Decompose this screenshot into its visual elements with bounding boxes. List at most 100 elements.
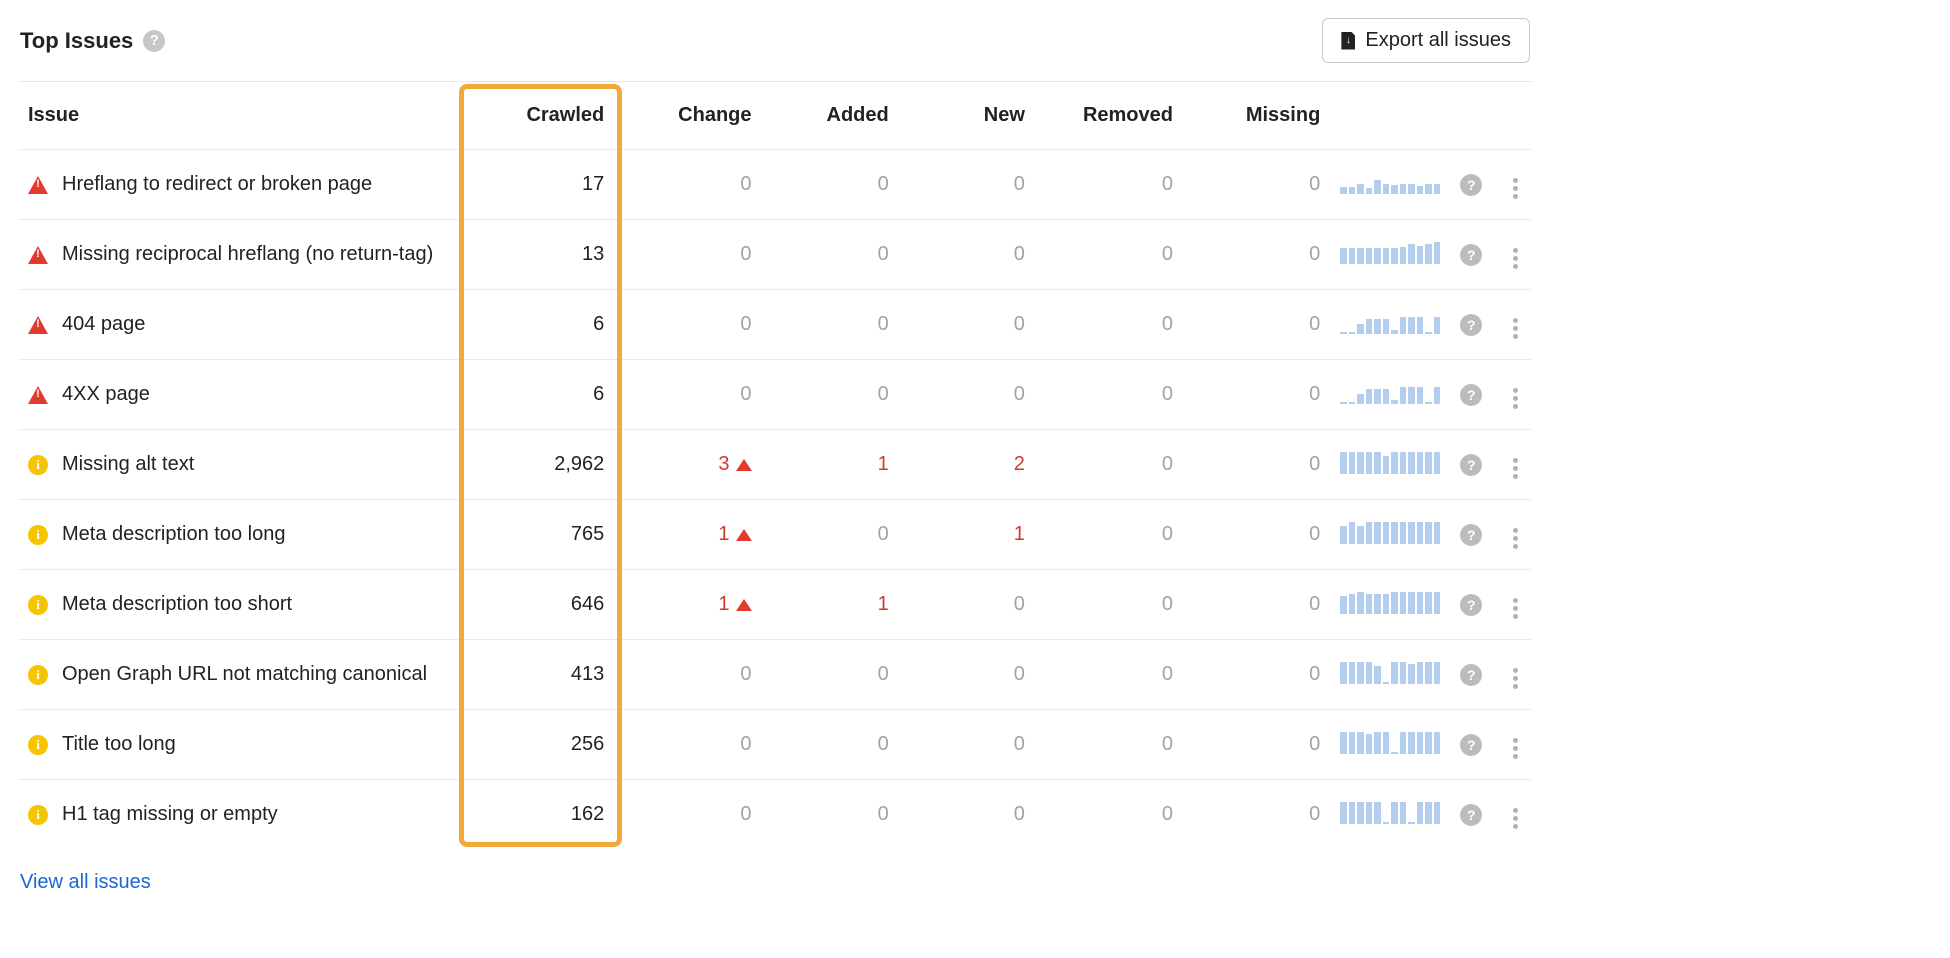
table-row[interactable]: Meta description too long76510100? [18,500,1532,570]
row-menu-icon[interactable] [1509,594,1522,623]
row-menu-icon[interactable] [1509,384,1522,413]
table-row[interactable]: 4XX page600000? [18,360,1532,430]
issue-name: H1 tag missing or empty [62,803,278,826]
table-row[interactable]: H1 tag missing or empty16200000? [18,780,1532,850]
row-menu-icon[interactable] [1509,804,1522,833]
col-new[interactable]: New [899,82,1035,150]
issue-name: Meta description too long [62,523,285,546]
col-issue[interactable]: Issue [18,82,467,150]
issue-name: Title too long [62,733,176,756]
missing-value: 0 [1309,313,1320,336]
trend-sparkline [1340,520,1440,544]
change-value: 1 [718,523,729,546]
col-added[interactable]: Added [762,82,899,150]
issues-table: Issue Crawled Change Added New Removed M… [18,82,1532,849]
trend-up-icon [736,459,752,471]
row-menu-icon[interactable] [1509,314,1522,343]
row-menu-icon[interactable] [1509,244,1522,273]
trend-up-icon [736,529,752,541]
row-menu-icon[interactable] [1509,734,1522,763]
new-value: 1 [1014,523,1025,546]
crawled-value: 646 [571,593,604,616]
issue-name: 404 page [62,313,145,336]
missing-value: 0 [1309,663,1320,686]
file-download-icon [1341,32,1355,50]
missing-value: 0 [1309,243,1320,266]
added-value: 0 [878,733,889,756]
trend-sparkline [1340,240,1440,264]
added-value: 0 [878,663,889,686]
issue-name: Open Graph URL not matching canonical [62,663,427,686]
trend-sparkline [1340,730,1440,754]
row-help-icon[interactable]: ? [1460,244,1482,266]
row-menu-icon[interactable] [1509,524,1522,553]
change-value: 3 [718,453,729,476]
title-text: Top Issues [20,28,133,54]
error-icon [28,176,48,194]
trend-sparkline [1340,450,1440,474]
trend-sparkline [1340,590,1440,614]
missing-value: 0 [1309,523,1320,546]
title-help-icon[interactable]: ? [143,30,165,52]
change-value: 1 [718,593,729,616]
missing-value: 0 [1309,383,1320,406]
page-title: Top Issues ? [20,28,165,54]
crawled-value: 765 [571,523,604,546]
missing-value: 0 [1309,803,1320,826]
issue-name: Meta description too short [62,593,292,616]
trend-sparkline [1340,800,1440,824]
table-row[interactable]: Hreflang to redirect or broken page17000… [18,150,1532,220]
added-value: 1 [878,593,889,616]
row-help-icon[interactable]: ? [1460,594,1482,616]
row-help-icon[interactable]: ? [1460,174,1482,196]
crawled-value: 6 [593,383,604,406]
row-help-icon[interactable]: ? [1460,314,1482,336]
col-removed[interactable]: Removed [1035,82,1183,150]
table-row[interactable]: Missing alt text 2,962 3 1 2 0 0? [18,430,1532,500]
col-missing[interactable]: Missing [1183,82,1330,150]
change-value: 0 [740,383,751,406]
trend-sparkline [1340,660,1440,684]
row-menu-icon[interactable] [1509,454,1522,483]
error-icon [28,246,48,264]
crawled-value: 17 [582,173,604,196]
removed-value: 0 [1162,243,1173,266]
row-help-icon[interactable]: ? [1460,664,1482,686]
row-help-icon[interactable]: ? [1460,804,1482,826]
issue-name: Hreflang to redirect or broken page [62,173,372,196]
row-help-icon[interactable]: ? [1460,524,1482,546]
table-row[interactable]: Title too long25600000? [18,710,1532,780]
col-change[interactable]: Change [614,82,761,150]
table-row[interactable]: Missing reciprocal hreflang (no return-t… [18,220,1532,290]
row-menu-icon[interactable] [1509,174,1522,203]
removed-value: 0 [1162,663,1173,686]
issue-name: Missing alt text [62,453,194,476]
table-row[interactable]: Open Graph URL not matching canonical413… [18,640,1532,710]
new-value: 2 [1014,453,1025,476]
removed-value: 0 [1162,313,1173,336]
removed-value: 0 [1162,733,1173,756]
crawled-value: 6 [593,313,604,336]
export-all-button[interactable]: Export all issues [1322,18,1530,63]
removed-value: 0 [1162,803,1173,826]
row-help-icon[interactable]: ? [1460,454,1482,476]
row-help-icon[interactable]: ? [1460,384,1482,406]
new-value: 0 [1014,593,1025,616]
new-value: 0 [1014,243,1025,266]
new-value: 0 [1014,733,1025,756]
table-row[interactable]: Meta description too short64611000? [18,570,1532,640]
missing-value: 0 [1309,453,1320,476]
change-value: 0 [740,663,751,686]
row-menu-icon[interactable] [1509,664,1522,693]
row-help-icon[interactable]: ? [1460,734,1482,756]
missing-value: 0 [1309,733,1320,756]
added-value: 0 [878,803,889,826]
view-all-issues-link[interactable]: View all issues [18,849,1532,894]
trend-up-icon [736,599,752,611]
change-value: 0 [740,803,751,826]
table-row[interactable]: 404 page600000? [18,290,1532,360]
removed-value: 0 [1162,453,1173,476]
col-crawled[interactable]: Crawled [467,82,614,150]
crawled-value: 2,962 [554,453,604,476]
added-value: 1 [878,453,889,476]
